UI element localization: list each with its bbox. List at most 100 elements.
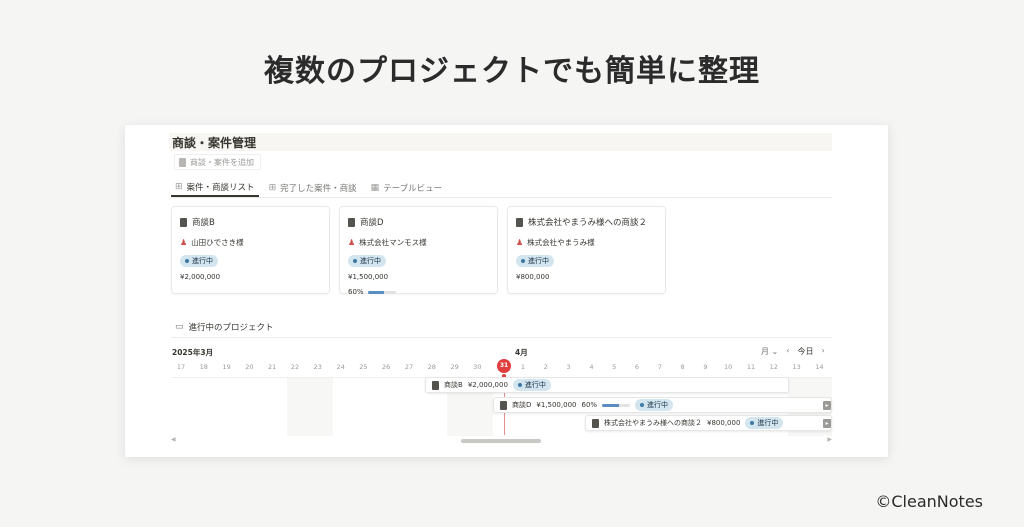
view-select[interactable]: 月 ⌄: [761, 346, 778, 357]
day-label: 19: [222, 363, 231, 371]
gallery-icon: ⊞: [268, 182, 277, 193]
arrow-right-icon[interactable]: ▸: [823, 401, 831, 410]
day-label: 24: [336, 363, 345, 371]
card-amount: ¥800,000: [516, 273, 550, 281]
deal-card[interactable]: 商談B ♟ 山田ひでさき様 進行中 ¥2,000,000: [171, 206, 330, 294]
prev-icon[interactable]: ‹: [786, 346, 789, 357]
status-label: 進行中: [528, 257, 549, 265]
day-label: 5: [612, 363, 617, 371]
add-deal-label: 商談・案件を追加: [190, 157, 254, 167]
tab-label: 案件・商談リスト: [186, 182, 255, 193]
status-badge: 進行中: [180, 255, 218, 267]
status-dot: [353, 259, 357, 263]
day-label: 28: [427, 363, 436, 371]
status-dot: [750, 421, 755, 425]
day-label: 10: [724, 363, 733, 371]
tab-completed-deals[interactable]: ⊞ 完了した案件・商談: [265, 178, 361, 197]
app-screenshot: 商談・案件管理 商談・案件を追加 ⊞ 案件・商談リスト ⊞ 完了した案件・商談 …: [125, 125, 888, 457]
day-label: 6: [634, 363, 640, 371]
day-label: 4: [589, 363, 594, 371]
status-label: 進行中: [647, 401, 669, 409]
day-label: 29: [450, 363, 459, 371]
day-label: 7: [657, 363, 662, 371]
title-bar: [169, 133, 832, 151]
person-icon: ♟: [180, 238, 188, 247]
document-icon: [348, 217, 355, 227]
view-label: 月: [761, 347, 769, 356]
scroll-right-icon[interactable]: ▶: [827, 436, 832, 443]
bar-amount: ¥2,000,000: [467, 381, 508, 389]
status-dot: [640, 403, 645, 407]
progress-row: 60%: [348, 288, 489, 296]
card-amount: ¥1,500,000: [348, 273, 389, 281]
day-label: 2: [543, 363, 548, 371]
day-label: 30: [473, 363, 482, 371]
scroll-left-icon[interactable]: ◀: [171, 436, 176, 443]
divider: [171, 337, 832, 338]
document-icon: [500, 400, 507, 410]
card-title: 商談B: [192, 218, 215, 228]
timeline-controls: 月 ⌄ ‹ 今日 ›: [761, 346, 825, 357]
card-title: 商談D: [360, 218, 384, 228]
tab-deal-list[interactable]: ⊞ 案件・商談リスト: [171, 178, 259, 197]
progress-label: 60%: [581, 401, 598, 409]
person-icon: ♟: [348, 238, 356, 247]
month-label: 2025年3月: [172, 348, 214, 357]
weekend-shade: [287, 378, 333, 436]
status-dot: [185, 259, 189, 263]
status-dot: [521, 259, 525, 263]
bar-amount: ¥1,500,000: [536, 401, 577, 409]
day-label: 23: [313, 363, 322, 371]
progress-fill: [602, 403, 619, 407]
day-label: 9: [703, 363, 708, 371]
bar-title: 商談D: [512, 401, 532, 409]
arrow-right-icon[interactable]: ▸: [823, 419, 831, 428]
person-icon: ♟: [516, 238, 524, 247]
card-person: 山田ひでさき様: [191, 238, 244, 247]
day-label: 22: [290, 363, 300, 371]
view-tabs: ⊞ 案件・商談リスト ⊞ 完了した案件・商談 ▦ テーブルビュー: [171, 178, 832, 198]
chevron-down-icon: ⌄: [771, 347, 779, 356]
bar-title: 商談B: [444, 381, 463, 389]
table-icon: ▦: [370, 182, 380, 193]
status-badge: 進行中: [745, 417, 784, 429]
day-label: 3: [566, 363, 571, 371]
document-icon: [180, 217, 187, 227]
bar-title: 株式会社やまうみ様への商談２: [604, 419, 702, 427]
timeline-bar[interactable]: 商談D ¥1,500,000 60% 進行中 ▸: [493, 397, 832, 413]
deal-card[interactable]: 株式会社やまうみ様への商談２ ♟ 株式会社やまうみ様 進行中 ¥800,000: [507, 206, 666, 294]
day-label: 1: [520, 363, 526, 371]
status-badge: 進行中: [635, 399, 674, 411]
tab-label: 完了した案件・商談: [280, 183, 357, 194]
today-button[interactable]: 今日: [797, 346, 813, 357]
timeline-header[interactable]: ▭ 進行中のプロジェクト: [175, 321, 274, 333]
scroll-thumb[interactable]: [461, 439, 541, 443]
progress-bar: [602, 403, 631, 407]
copyright: ©CleanNotes: [875, 492, 983, 511]
timeline-title: 進行中のプロジェクト: [188, 323, 274, 333]
next-icon[interactable]: ›: [821, 346, 824, 357]
card-person: 株式会社やまうみ様: [527, 238, 595, 247]
day-label: 25: [359, 363, 368, 371]
timeline-bar[interactable]: 商談B ¥2,000,000 進行中: [425, 377, 789, 393]
progress-fill: [367, 290, 385, 294]
status-badge: 進行中: [348, 255, 386, 267]
progress-bar: [367, 290, 396, 294]
deal-card[interactable]: 商談D ♟ 株式会社マンモス様 進行中 ¥1,500,000 60%: [339, 206, 498, 296]
document-icon: [179, 157, 186, 167]
document-icon: [432, 380, 439, 390]
day-label: 8: [680, 363, 685, 371]
bar-amount: ¥800,000: [707, 419, 741, 427]
card-person: 株式会社マンモス様: [359, 238, 427, 247]
horizontal-scrollbar[interactable]: ◀ ▶: [171, 436, 832, 444]
add-deal-button[interactable]: 商談・案件を追加: [174, 154, 261, 170]
status-label: 進行中: [524, 381, 546, 389]
day-label: 18: [199, 363, 208, 371]
timeline-bar[interactable]: 株式会社やまうみ様への商談２ ¥800,000 進行中 ▸: [585, 415, 832, 431]
tab-table-view[interactable]: ▦ テーブルビュー: [367, 178, 447, 197]
tab-label: テーブルビュー: [383, 183, 443, 194]
gallery-icon: ⊞: [175, 181, 183, 192]
day-label: 11: [746, 363, 756, 371]
document-icon: [516, 217, 523, 227]
headline: 複数のプロジェクトでも簡単に整理: [264, 54, 760, 89]
